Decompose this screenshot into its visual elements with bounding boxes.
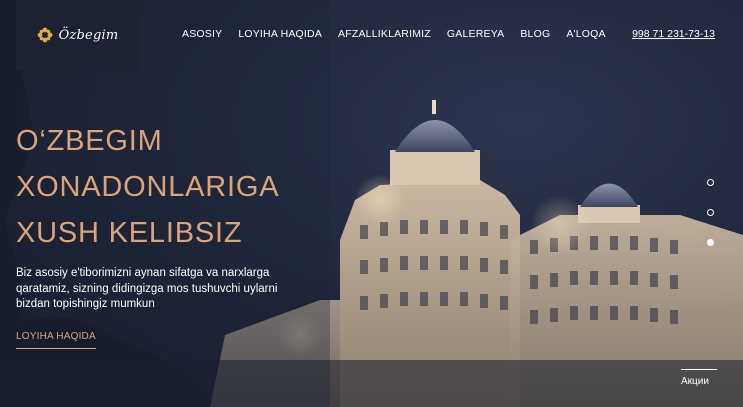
brand-name: Özbegim (58, 27, 119, 43)
nav-item-aloqa[interactable]: A'LOQA (566, 28, 605, 40)
promotions-link[interactable]: Акции (681, 369, 717, 387)
nav-item-blog[interactable]: BLOG (520, 28, 550, 40)
logo[interactable]: Özbegim (16, 0, 139, 70)
about-project-button[interactable]: LOYIHA HAQIDA (16, 331, 96, 349)
slider-dot[interactable] (707, 209, 714, 216)
slider-dot-active[interactable] (707, 239, 714, 246)
promo-arrow-icon (681, 369, 717, 370)
nav-item-asosiy[interactable]: ASOSIY (182, 28, 222, 40)
main-nav: ASOSIY LOYIHA HAQIDA AFZALLIKLARIMIZ GAL… (182, 28, 622, 40)
hero-title: O‘ZBEGIM XONADONLARIGA XUSH KELIBSIZ (16, 118, 279, 256)
promo-label: Акции (681, 376, 709, 387)
nav-item-afzalliklarimiz[interactable]: AFZALLIKLARIMIZ (338, 28, 431, 40)
slider-dot[interactable] (707, 179, 714, 186)
hero-title-line: O‘ZBEGIM (16, 125, 163, 157)
phone-link[interactable]: 998 71 231-73-13 (632, 28, 715, 40)
flower-ornament-icon (37, 27, 53, 43)
nav-item-loyiha-haqida[interactable]: LOYIHA HAQIDA (238, 28, 322, 40)
hero-title-line: XUSH KELIBSIZ (16, 217, 243, 249)
hero-description: Biz asosiy e'tiborimizni aynan sifatga v… (16, 267, 278, 310)
nav-item-galereya[interactable]: GALEREYA (447, 28, 504, 40)
slider-pagination (707, 179, 717, 269)
hero-title-line: XONADONLARIGA (16, 171, 280, 203)
